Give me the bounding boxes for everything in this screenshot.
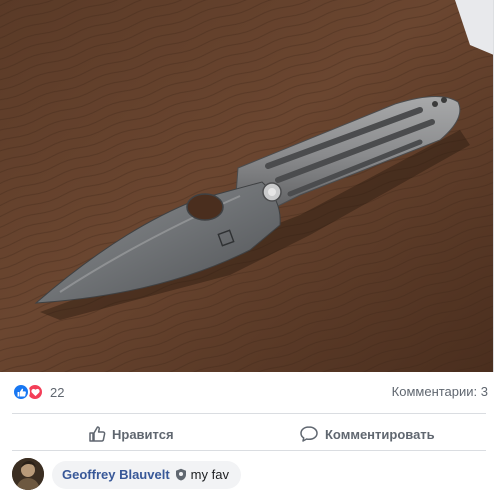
- post-card: 22 Комментарии: 3 Нравится Комментироват…: [0, 0, 498, 493]
- speech-bubble-icon: [300, 426, 318, 442]
- post-photo[interactable]: [0, 0, 494, 372]
- like-icon: [12, 383, 30, 401]
- reactions-summary[interactable]: 22: [12, 381, 64, 403]
- comment-button[interactable]: Комментировать: [299, 420, 435, 448]
- like-button-label: Нравится: [112, 426, 174, 442]
- divider: [12, 450, 486, 451]
- comment-item: Geoffrey Blauvelt my fav: [12, 458, 241, 490]
- comment-button-label: Комментировать: [325, 426, 435, 442]
- comment-author-link[interactable]: Geoffrey Blauvelt: [62, 467, 170, 482]
- reaction-count[interactable]: 22: [50, 385, 64, 400]
- shield-badge-icon: [175, 468, 187, 481]
- comment-bubble: Geoffrey Blauvelt my fav: [52, 461, 241, 489]
- divider: [12, 413, 486, 414]
- like-button[interactable]: Нравится: [88, 420, 174, 448]
- comments-count-link[interactable]: Комментарии: 3: [392, 384, 488, 399]
- avatar[interactable]: [12, 458, 44, 490]
- comment-text: my fav: [190, 467, 229, 482]
- thumbs-up-icon: [89, 426, 106, 442]
